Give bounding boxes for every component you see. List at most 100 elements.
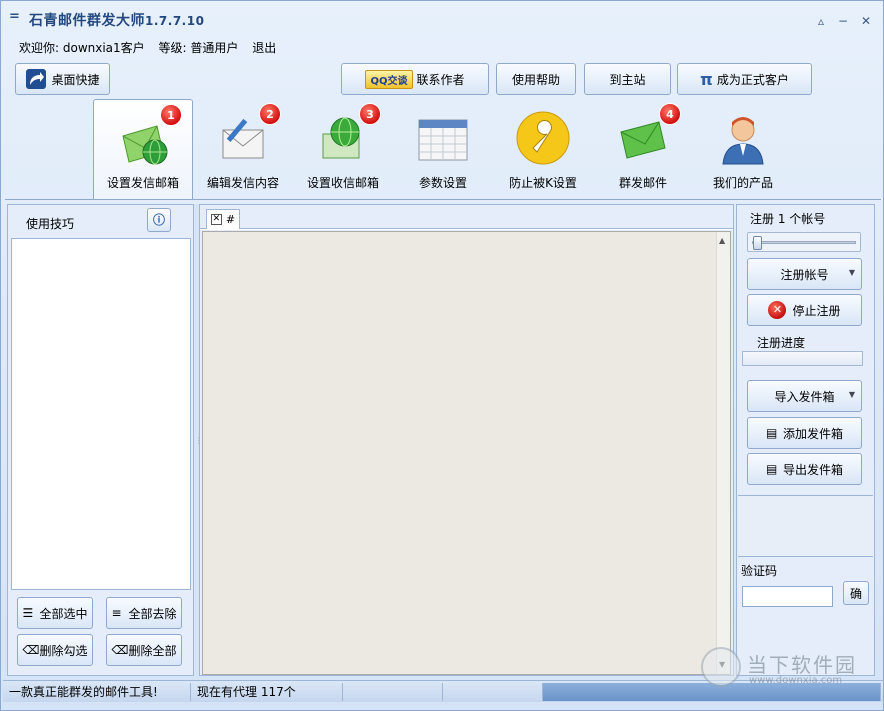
wrench-icon — [516, 111, 570, 165]
desktop-shortcut-label: 桌面快捷 — [51, 72, 100, 87]
clear-all-button[interactable]: ≡ 全部去除 — [106, 597, 182, 629]
title-bar: = 石青邮件群发大师1.7.7.10 ▵ − ✕ — [1, 1, 883, 37]
tab-bulk-send[interactable]: 群发邮件 4 — [593, 99, 693, 199]
tab-label: 我们的产品 — [712, 176, 773, 190]
tab-label: 设置发信邮箱 — [106, 176, 179, 190]
select-all-icon: ☰ — [22, 606, 34, 620]
contact-author-button[interactable]: QQ交谈 联系作者 — [341, 63, 489, 95]
close-icon[interactable]: ✕ — [858, 13, 874, 29]
import-outbox-label: 导入发件箱 — [774, 389, 835, 404]
doc-tab-label: # — [225, 213, 236, 226]
register-account-button[interactable]: 注册帐号 ▼ — [747, 258, 862, 290]
export-outbox-button[interactable]: ▤ 导出发件箱 — [747, 453, 862, 485]
slider-thumb[interactable] — [753, 236, 762, 250]
system-menu-icon[interactable]: = — [9, 9, 23, 24]
collapse-icon[interactable]: ▵ — [813, 13, 829, 29]
tab-our-products[interactable]: 我们的产品 — [693, 99, 793, 199]
close-tab-icon[interactable]: ✕ — [210, 214, 222, 225]
captcha-label: 验证码 — [741, 564, 778, 578]
scroll-up-icon[interactable]: ▲ — [719, 236, 725, 245]
captcha-confirm-label: 确 — [849, 586, 862, 601]
app-title: 石青邮件群发大师 — [29, 13, 145, 29]
step-badge: 3 — [359, 103, 381, 125]
minimize-icon[interactable]: − — [835, 13, 851, 29]
stop-register-button[interactable]: ✕ 停止注册 — [747, 294, 862, 326]
captcha-input[interactable] — [742, 586, 833, 607]
register-count-slider[interactable] — [747, 232, 861, 252]
logout-link[interactable]: 退出 — [252, 41, 276, 55]
document-area[interactable]: ▲ ▼ — [202, 231, 731, 675]
register-progress-bar — [742, 351, 863, 366]
vertical-scrollbar[interactable]: ▲ ▼ — [716, 232, 730, 674]
add-outbox-button[interactable]: ▤ 添加发件箱 — [747, 417, 862, 449]
home-site-button[interactable]: 到主站 — [584, 63, 671, 95]
qq-chat-icon: QQ交谈 — [365, 69, 413, 89]
status-proxy-count: 现在有代理 117个 — [191, 683, 343, 701]
calendar-grid-icon — [418, 119, 468, 161]
dropdown-caret-icon: ▼ — [848, 390, 855, 399]
tips-panel: 使用技巧 ⓘ ☰ 全部选中 ≡ 全部去除 ⌫ 删除勾选 ⌫ 删除全部 — [7, 204, 194, 676]
home-site-label: 到主站 — [609, 72, 646, 87]
stop-register-label: 停止注册 — [792, 303, 841, 318]
slider-rail — [752, 241, 856, 244]
tab-edit-content[interactable]: 编辑发信内容 2 — [193, 99, 293, 199]
window-title: 石青邮件群发大师1.7.7.10 — [29, 10, 204, 30]
tab-label: 编辑发信内容 — [206, 176, 279, 190]
tab-recipient-mailbox[interactable]: 设置收信邮箱 3 — [293, 99, 393, 199]
tab-label: 群发邮件 — [618, 176, 667, 190]
welcome-text: 欢迎你: downxia1客户 — [19, 41, 145, 55]
delete-all-label: 删除全部 — [128, 643, 177, 658]
import-outbox-button[interactable]: 导入发件箱 ▼ — [747, 380, 862, 412]
help-label: 使用帮助 — [511, 72, 560, 87]
eraser-icon: ⌫ — [111, 643, 129, 657]
status-memo — [738, 495, 873, 557]
delete-all-button[interactable]: ⌫ 删除全部 — [106, 634, 182, 666]
tab-parameters[interactable]: 参数设置 — [393, 99, 493, 199]
register-panel: 注册 1 个帐号 注册帐号 ▼ ✕ 停止注册 注册进度 导入发件箱 ▼ ▤ 添加… — [736, 204, 875, 676]
register-progress-label: 注册进度 — [757, 336, 806, 350]
step-badge: 1 — [160, 104, 182, 126]
select-all-button[interactable]: ☰ 全部选中 — [17, 597, 93, 629]
status-segment-empty — [443, 683, 543, 701]
tab-anti-block[interactable]: 防止被K设置 — [493, 99, 593, 199]
doc-tabstrip — [200, 228, 733, 230]
become-customer-label: 成为正式客户 — [716, 72, 789, 87]
tab-sender-mailbox[interactable]: 设置发信邮箱 1 — [93, 99, 193, 199]
contact-author-label: 联系作者 — [416, 72, 465, 87]
captcha-confirm-button[interactable]: 确 — [843, 581, 869, 605]
add-outbox-label: 添加发件箱 — [782, 426, 843, 441]
clear-all-label: 全部去除 — [128, 606, 177, 621]
step-badge: 4 — [659, 103, 681, 125]
main-tab-strip: 设置发信邮箱 1 编辑发信内容 2 设置收信邮箱 3 参数设置 防止被K设置 群… — [93, 99, 793, 199]
document-panel: ✕ # ▲ ▼ — [199, 204, 734, 676]
dropdown-caret-icon: ▼ — [848, 268, 855, 277]
main-window: = 石青邮件群发大师1.7.7.10 ▵ − ✕ 欢迎你: downxia1客户… — [0, 0, 884, 711]
status-slogan: 一款真正能群发的邮件工具! — [3, 683, 191, 701]
export-outbox-label: 导出发件箱 — [782, 462, 843, 477]
delete-checked-label: 删除勾选 — [39, 643, 88, 658]
eraser-icon: ⌫ — [22, 643, 40, 657]
tips-list[interactable] — [11, 238, 191, 590]
register-count-label: 注册 1 个帐号 — [750, 212, 826, 226]
tab-label: 防止被K设置 — [509, 176, 577, 190]
app-version: 1.7.7.10 — [145, 14, 205, 28]
pi-icon: π — [700, 69, 713, 89]
arrow-shortcut-icon — [26, 69, 47, 89]
watermark-text: 当下软件园 — [747, 653, 857, 677]
stop-icon: ✕ — [768, 301, 787, 319]
desktop-shortcut-button[interactable]: 桌面快捷 — [15, 63, 110, 95]
status-segment-empty — [343, 683, 443, 701]
user-info-bar: 欢迎你: downxia1客户 等级: 普通用户 退出 — [19, 39, 286, 56]
register-account-label: 注册帐号 — [780, 267, 829, 282]
step-badge: 2 — [259, 103, 281, 125]
help-button[interactable]: 使用帮助 — [496, 63, 576, 95]
info-icon[interactable]: ⓘ — [147, 208, 171, 232]
doc-tab[interactable]: ✕ # — [206, 209, 240, 229]
delete-checked-button[interactable]: ⌫ 删除勾选 — [17, 634, 93, 666]
select-all-label: 全部选中 — [39, 606, 88, 621]
become-customer-button[interactable]: π 成为正式客户 — [677, 63, 812, 95]
tips-title: 使用技巧 — [26, 217, 75, 231]
site-watermark: 当下软件园 www.downxia.com — [701, 647, 871, 691]
clear-all-icon: ≡ — [111, 606, 122, 620]
download-logo-icon — [701, 647, 741, 687]
